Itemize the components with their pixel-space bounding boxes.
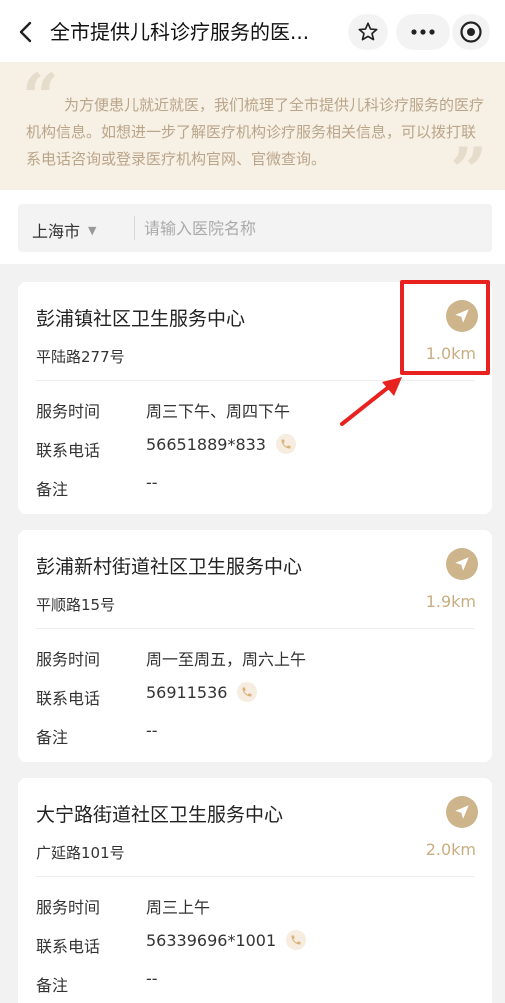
divider [134, 216, 135, 240]
remark-value: -- [146, 721, 158, 740]
remark-label: 备注 [36, 976, 69, 995]
phone-label: 联系电话 [36, 689, 101, 708]
navigate-button[interactable] [446, 796, 478, 828]
hospital-name: 彭浦镇社区卫生服务中心 [36, 308, 246, 330]
hospital-card[interactable]: 彭浦新村街道社区卫生服务中心 平顺路15号 1.9km 服务时间 周一至周五，周… [18, 530, 492, 762]
navigation-arrow-icon [455, 805, 469, 819]
phone-call-icon[interactable] [237, 682, 258, 702]
phone-call-icon[interactable] [275, 434, 296, 454]
hospital-address: 广延路101号 [36, 844, 125, 862]
phone-label: 联系电话 [36, 441, 101, 460]
phone-value: 56911536 [146, 682, 258, 702]
search-bar: 上海市 ▼ [18, 204, 492, 252]
star-icon [358, 22, 378, 41]
page-title: 全市提供儿科诊疗服务的医... [50, 20, 310, 44]
hospital-card[interactable]: 大宁路街道社区卫生服务中心 广延路101号 2.0km 服务时间 周三上午 联系… [18, 778, 492, 1003]
favorite-button[interactable] [348, 14, 388, 50]
phone-call-icon[interactable] [286, 930, 307, 950]
distance-label: 2.0km [425, 840, 476, 859]
more-dots-icon [411, 29, 435, 35]
phone-number: 56911536 [146, 682, 228, 702]
top-bar: 全市提供儿科诊疗服务的医... [0, 0, 505, 62]
hospital-name: 彭浦新村街道社区卫生服务中心 [36, 556, 303, 578]
service-hours-value: 周三上午 [146, 898, 211, 917]
service-hours-label: 服务时间 [36, 650, 101, 669]
service-hours-label: 服务时间 [36, 898, 101, 917]
remark-label: 备注 [36, 728, 69, 747]
remark-label: 备注 [36, 480, 69, 499]
search-section: 上海市 ▼ [0, 190, 505, 264]
navigation-arrow-icon [455, 557, 469, 571]
city-selector[interactable]: 上海市 ▼ [32, 218, 96, 242]
navigate-button[interactable] [446, 548, 478, 580]
service-hours-value: 周一至周五，周六上午 [146, 650, 307, 669]
back-button[interactable] [12, 18, 40, 46]
service-hours-label: 服务时间 [36, 402, 101, 421]
service-hours-value: 周三下午、周四下午 [146, 402, 291, 421]
annotation-highlight-box [400, 280, 490, 375]
phone-number: 56339696*1001 [146, 930, 277, 950]
more-button[interactable] [396, 14, 450, 50]
close-miniprogram-button[interactable] [452, 14, 490, 50]
card-divider [36, 876, 474, 877]
annotation-arrow-icon [340, 377, 402, 426]
hospital-search-input[interactable] [144, 214, 474, 242]
target-icon [460, 21, 482, 43]
hospital-name: 大宁路街道社区卫生服务中心 [36, 804, 284, 826]
notice-banner: “ 为方便患儿就近就医，我们梳理了全市提供儿科诊疗服务的医疗机构信息。如想进一步… [0, 62, 505, 204]
phone-value: 56339696*1001 [146, 930, 307, 950]
distance-label: 1.9km [425, 592, 476, 611]
remark-value: -- [146, 473, 158, 492]
hospital-address: 平顺路15号 [36, 596, 116, 614]
phone-number: 56651889*833 [146, 434, 266, 454]
city-label: 上海市 [32, 222, 81, 241]
phone-label: 联系电话 [36, 937, 101, 956]
card-divider [36, 628, 474, 629]
chevron-left-icon [19, 21, 32, 43]
notice-text: 为方便患儿就近就医，我们梳理了全市提供儿科诊疗服务的医疗机构信息。如想进一步了解… [26, 96, 485, 168]
phone-value: 56651889*833 [146, 434, 296, 454]
hospital-address: 平陆路277号 [36, 348, 125, 366]
remark-value: -- [146, 969, 158, 988]
caret-down-icon: ▼ [88, 223, 97, 237]
